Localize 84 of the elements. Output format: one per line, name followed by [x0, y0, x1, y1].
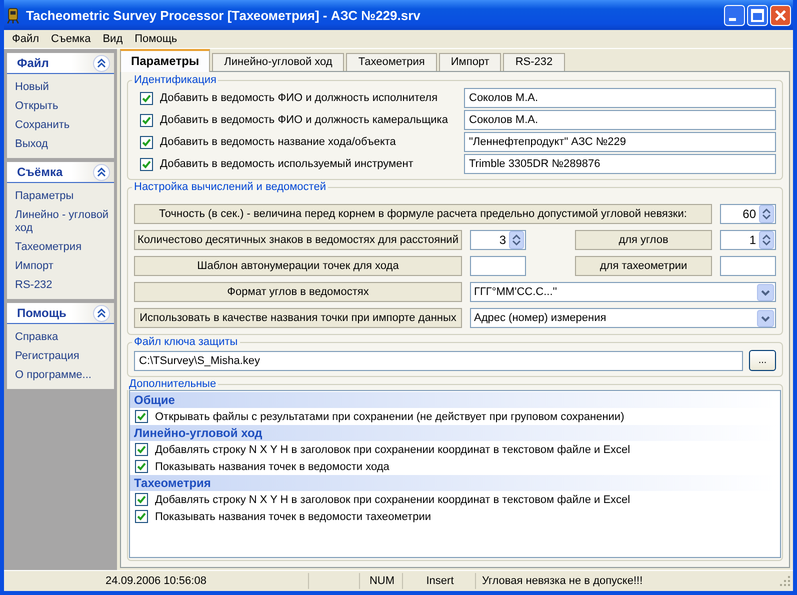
dropdown[interactable]: ГГГ°ММ'СС.С...'' — [470, 282, 776, 302]
checkbox[interactable] — [140, 92, 153, 104]
spin-arrows-icon[interactable] — [759, 205, 774, 223]
task-link[interactable]: Импорт — [15, 257, 114, 276]
section-title[interactable]: Съёмка — [17, 165, 63, 179]
task-link[interactable]: Выход — [15, 135, 114, 154]
app-icon — [6, 6, 20, 24]
task-link[interactable]: Тахеометрия — [15, 238, 114, 257]
input-field[interactable]: "Леннефтепродукт" АЗС №229 — [464, 132, 776, 152]
input-field[interactable] — [720, 256, 776, 276]
task-link[interactable]: Открыть — [15, 97, 114, 116]
browse-button[interactable]: ... — [749, 350, 776, 371]
spin-field[interactable]: 3 — [470, 230, 526, 250]
setting-label: Шаблон автонумерации точек для хода — [134, 256, 462, 276]
file-path-field[interactable]: C:\TSurvey\S_Misha.key — [134, 350, 743, 370]
status-pane: Insert — [405, 573, 476, 589]
tab[interactable]: Импорт — [438, 53, 502, 71]
collapse-icon[interactable] — [93, 54, 110, 72]
input-field[interactable] — [470, 256, 526, 276]
chevron-down-icon[interactable] — [757, 310, 774, 326]
dropdown[interactable]: Адрес (номер) измерения — [470, 308, 776, 328]
group-title: Настройка вычислений и ведомостей — [133, 181, 327, 193]
checkbox-label: Добавлять строку N X Y H в заголовок при сохранении координат в текстовом файле и Excel — [155, 494, 630, 506]
checkbox[interactable] — [135, 410, 148, 423]
setting-label: Количестово десятичных знаков в ведомостях для расстояний — [134, 230, 462, 250]
status-pane: NUM — [362, 573, 403, 589]
checkbox[interactable] — [135, 460, 148, 473]
spin-field[interactable]: 60 — [720, 204, 776, 224]
checkbox[interactable] — [140, 114, 153, 126]
maximize-button[interactable] — [747, 4, 768, 26]
setting-label: Использовать в качестве названия точки при импорте данных — [134, 308, 462, 328]
setting-label: Формат углов в ведомостях — [134, 282, 462, 302]
close-button[interactable] — [770, 4, 791, 26]
task-link[interactable]: Линейно - угловой ход — [15, 206, 114, 238]
collapse-icon[interactable] — [93, 164, 110, 180]
checkbox-label: Добавлять строку N X Y H в заголовок при сохранении координат в текстовом файле и Excel — [155, 444, 630, 456]
minimize-button[interactable] — [724, 4, 745, 26]
task-link[interactable]: О программе... — [15, 366, 114, 385]
checkbox[interactable] — [140, 136, 153, 148]
input-field[interactable]: Соколов М.А. — [464, 110, 776, 130]
menu-item[interactable]: Помощь — [128, 33, 184, 45]
checkbox[interactable] — [135, 443, 148, 456]
checkbox-label: Добавить в ведомость используемый инструмент — [160, 158, 414, 170]
group-title: Файл ключа защиты — [133, 336, 239, 348]
window-title: Tacheometric Survey Processor [Тахеометрия] - АЗС №229.srv — [26, 8, 422, 22]
spin-arrows-icon[interactable] — [759, 231, 774, 249]
input-field[interactable]: Trimble 3305DR №289876 — [464, 154, 776, 174]
setting-label: Точность (в сек.) - величина перед корнем в формуле расчета предельно допустимой угловой невязки: — [134, 204, 712, 224]
task-link[interactable]: RS-232 — [15, 276, 114, 295]
group-title: Идентификация — [133, 74, 218, 86]
setting-label: для углов — [575, 230, 712, 250]
group-title: Дополнительные — [128, 378, 218, 390]
status-pane: Угловая невязка не в допуске!!! — [481, 574, 644, 589]
setting-label: для тахеометрии — [575, 256, 712, 276]
menu-item[interactable]: Файл — [6, 33, 46, 45]
checkbox[interactable] — [135, 493, 148, 506]
checkbox-label: Добавить в ведомость ФИО и должность исполнителя — [160, 92, 439, 104]
section-title[interactable]: Файл — [17, 56, 49, 70]
input-field[interactable]: Соколов М.А. — [464, 88, 776, 108]
checkbox-label: Открывать файлы с результатами при сохранении (не действует при груповом сохранении) — [155, 410, 624, 422]
checkbox-label: Показывать названия точек в ведомости тахеометрии — [155, 510, 431, 522]
checkbox[interactable] — [140, 158, 153, 170]
chevron-down-icon[interactable] — [757, 284, 774, 300]
task-link[interactable]: Параметры — [15, 187, 114, 206]
resize-grip-icon[interactable] — [779, 575, 791, 587]
task-link[interactable]: Регистрация — [15, 347, 114, 366]
tab[interactable]: Линейно-угловой ход — [212, 53, 344, 71]
menu-item[interactable]: Вид — [96, 33, 129, 45]
checkbox-label: Добавить в ведомость название хода/объекта — [160, 136, 397, 148]
spin-arrows-icon[interactable] — [509, 231, 524, 249]
status-pane: 24.09.2006 10:56:08 — [4, 573, 309, 589]
tab[interactable]: Тахеометрия — [346, 53, 437, 71]
section-title[interactable]: Помощь — [17, 306, 66, 320]
checkbox-label: Добавить в ведомость ФИО и должность камеральщика — [160, 114, 449, 126]
task-link[interactable]: Новый — [15, 78, 114, 97]
task-link[interactable]: Справка — [15, 328, 114, 347]
spin-field[interactable]: 1 — [720, 230, 776, 250]
tab[interactable]: Параметры — [120, 49, 210, 72]
checkbox-label: Показывать названия точек в ведомости хода — [155, 460, 390, 472]
checkbox[interactable] — [135, 510, 148, 523]
task-link[interactable]: Сохранить — [15, 116, 114, 135]
tab[interactable]: RS-232 — [503, 53, 565, 71]
collapse-icon[interactable] — [93, 304, 110, 322]
menu-item[interactable]: Съемка — [45, 33, 97, 45]
